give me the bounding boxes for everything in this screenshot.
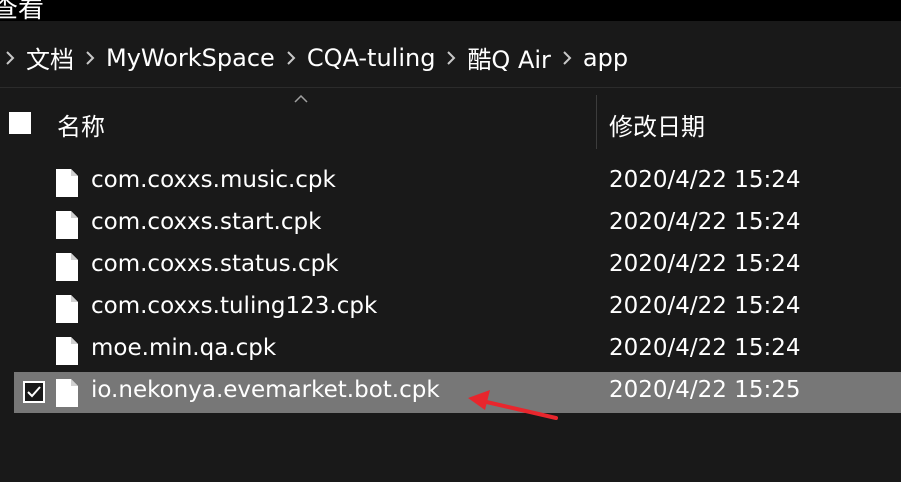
- file-row[interactable]: com.coxxs.start.cpk 2020/4/22 15:24: [14, 204, 901, 245]
- chevron-right-icon[interactable]: [441, 48, 461, 68]
- chevron-right-icon[interactable]: [281, 48, 301, 68]
- file-date: 2020/4/22 15:24: [609, 251, 801, 277]
- breadcrumb: 文档 MyWorkSpace CQA-tuling 酷Q Air app: [0, 28, 634, 87]
- red-arrow-annotation: [468, 390, 558, 420]
- file-date: 2020/4/22 15:24: [609, 293, 801, 319]
- file-row-selected[interactable]: io.nekonya.evemarket.bot.cpk 2020/4/22 1…: [14, 372, 901, 413]
- checkmark-icon: [27, 386, 41, 398]
- file-row[interactable]: com.coxxs.status.cpk 2020/4/22 15:24: [14, 246, 901, 287]
- header-divider: [0, 87, 901, 88]
- file-name: com.coxxs.tuling123.cpk: [91, 293, 378, 319]
- window-title: 查看: [0, 0, 45, 21]
- file-date: 2020/4/22 15:24: [609, 335, 801, 361]
- document-icon: [56, 211, 78, 239]
- document-icon: [56, 295, 78, 323]
- file-date: 2020/4/22 15:24: [609, 209, 801, 235]
- file-name: com.coxxs.start.cpk: [91, 209, 322, 235]
- file-name: moe.min.qa.cpk: [91, 335, 277, 361]
- window-top-strip: 查看: [0, 0, 901, 21]
- column-resize-handle[interactable]: [596, 95, 597, 149]
- file-date: 2020/4/22 15:25: [609, 377, 801, 403]
- chevron-right-icon[interactable]: [80, 48, 100, 68]
- document-icon: [56, 337, 78, 365]
- file-row[interactable]: com.coxxs.music.cpk 2020/4/22 15:24: [14, 162, 901, 203]
- chevron-up-icon: [294, 95, 308, 103]
- breadcrumb-item-myworkspace[interactable]: MyWorkSpace: [100, 44, 281, 72]
- column-header-row: 名称 修改日期: [0, 95, 901, 150]
- column-header-date-modified[interactable]: 修改日期: [609, 107, 705, 142]
- select-all-checkbox[interactable]: [9, 112, 31, 134]
- file-name: io.nekonya.evemarket.bot.cpk: [91, 377, 440, 403]
- breadcrumb-item-coolq-air[interactable]: 酷Q Air: [461, 40, 556, 75]
- breadcrumb-item-app[interactable]: app: [577, 44, 634, 72]
- file-row[interactable]: com.coxxs.tuling123.cpk 2020/4/22 15:24: [14, 288, 901, 329]
- document-icon: [56, 379, 78, 407]
- file-date: 2020/4/22 15:24: [609, 167, 801, 193]
- document-icon: [56, 253, 78, 281]
- address-bar[interactable]: 文档 MyWorkSpace CQA-tuling 酷Q Air app: [0, 28, 901, 87]
- file-name: com.coxxs.music.cpk: [91, 167, 336, 193]
- document-icon: [56, 169, 78, 197]
- breadcrumb-item-cqa-tuling[interactable]: CQA-tuling: [301, 44, 442, 72]
- row-checkbox[interactable]: [23, 381, 45, 403]
- file-name: com.coxxs.status.cpk: [91, 251, 339, 277]
- column-header-name[interactable]: 名称: [57, 107, 105, 142]
- chevron-right-icon[interactable]: [557, 48, 577, 68]
- file-row[interactable]: moe.min.qa.cpk 2020/4/22 15:24: [14, 330, 901, 371]
- breadcrumb-item-documents[interactable]: 文档: [20, 40, 80, 75]
- chevron-right-icon[interactable]: [0, 48, 20, 68]
